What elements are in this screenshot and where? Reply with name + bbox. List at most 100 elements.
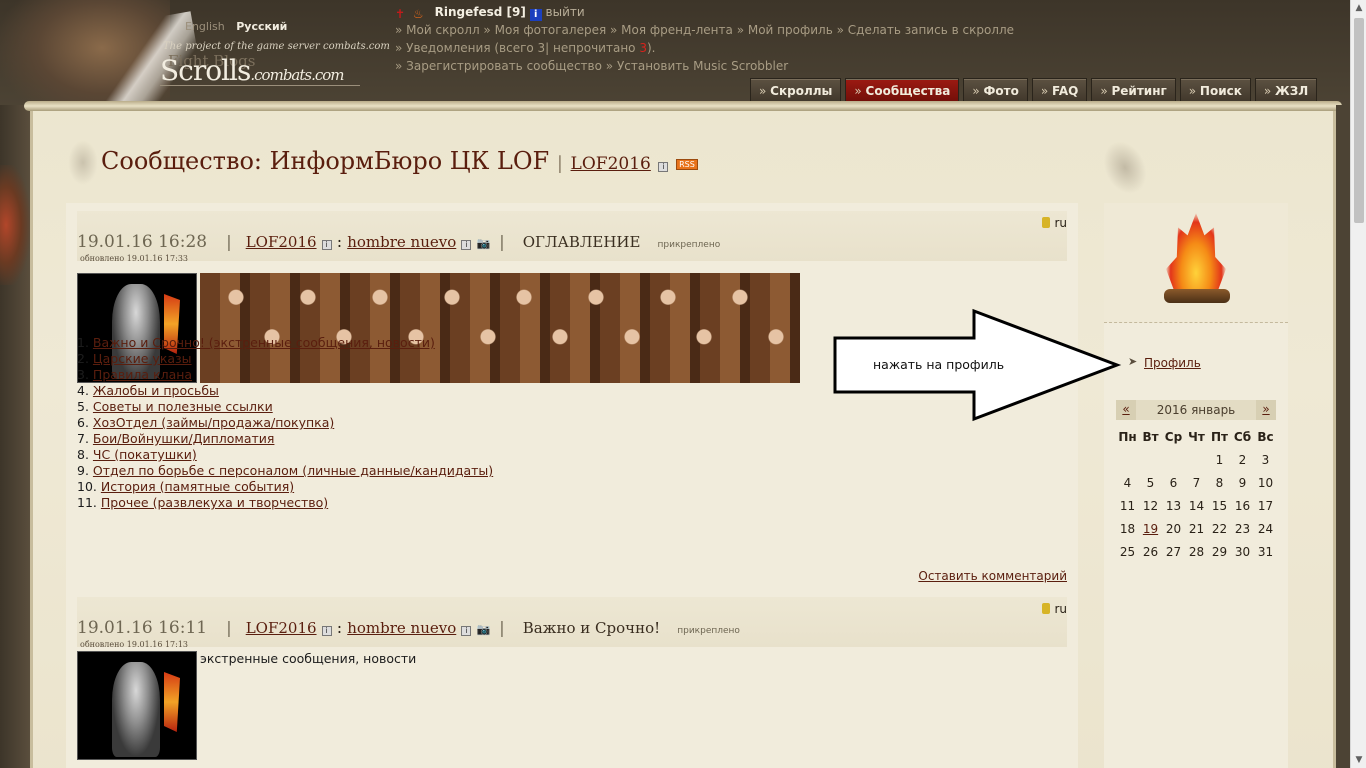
post-author-link[interactable]: hombre nuevo [347, 233, 456, 251]
post-title: Важно и Срочно! [522, 619, 661, 637]
calendar-day: 11 [1119, 499, 1136, 513]
post-author-link[interactable]: hombre nuevo [347, 619, 456, 637]
post-community-link[interactable]: LOF2016 [246, 619, 317, 637]
list-item: 5. Советы и полезные ссылки [77, 399, 493, 415]
community-link[interactable]: LOF2016 [571, 154, 651, 174]
post: ru 19.01.16 16:11 | LOF2016 i : hombre n… [77, 597, 1067, 768]
calendar-next-button[interactable]: » [1256, 400, 1276, 420]
lang-english-link[interactable]: English [185, 20, 225, 33]
user-nav-row-1: » Мой скролл » Моя фотогалерея » Моя фре… [395, 23, 1015, 37]
meta-colon: : [336, 232, 348, 251]
scroll-thumb[interactable] [1354, 18, 1364, 223]
language-switcher: English Русский [185, 20, 295, 33]
bullet-icon: ➤ [1128, 355, 1138, 368]
toc-link[interactable]: Царские указы [93, 351, 192, 366]
my-photo-gallery-link[interactable]: Моя фотогалерея [495, 23, 607, 37]
calendar-header: « 2016 январь » [1116, 400, 1276, 420]
post-title: ОГЛАВЛЕНИЕ [522, 233, 641, 251]
new-entry-link[interactable]: Сделать запись в скролле [848, 23, 1014, 37]
annotation-text: нажать на профиль [873, 357, 1005, 372]
info-icon[interactable]: i [461, 626, 472, 636]
logo-sub-text: .combats.com [250, 66, 344, 84]
toc-number: 7. [77, 431, 89, 446]
toc-link[interactable]: Прочее (развлекуха и творчество) [101, 495, 328, 510]
pinned-label: прикреплено [657, 240, 721, 250]
info-icon[interactable]: i [658, 162, 669, 172]
install-music-scrobbler-link[interactable]: Установить Music Scrobbler [617, 59, 788, 73]
calendar-grid: Пн Вт Ср Чт Пт Сб Вс 1 2 3 4 5 6 7 8 9 10 11 12 13 14 15 16 17 1… [1116, 426, 1276, 564]
my-profile-link[interactable]: Мой профиль [748, 23, 833, 37]
camera-icon[interactable]: 📷 [476, 623, 490, 636]
calendar-day: 24 [1257, 522, 1274, 536]
info-icon[interactable]: i [321, 240, 332, 250]
toc-link[interactable]: Важно и Срочно! (экстренные сообщения, н… [93, 335, 435, 350]
toc-link[interactable]: Правила клана [93, 367, 192, 382]
right-border [1336, 105, 1350, 768]
calendar-day: 23 [1234, 522, 1251, 536]
notifications-total: Уведомления (всего 3| [406, 41, 550, 55]
warrior-art [0, 165, 30, 285]
list-item: 1. Важно и Срочно! (экстренные сообщения… [77, 335, 493, 351]
post-body-text: экстренные сообщения, новости [200, 651, 417, 666]
lang-russian-link[interactable]: Русский [236, 20, 287, 33]
toc-link[interactable]: История (памятные события) [101, 479, 294, 494]
profile-link[interactable]: Профиль [1144, 356, 1201, 370]
rss-icon[interactable]: RSS [676, 159, 698, 170]
notifications-unread-count: 3 [639, 41, 647, 55]
meta-separator: | [226, 618, 232, 637]
notifications-suffix: ). [646, 41, 656, 55]
my-scroll-link[interactable]: Мой скролл [406, 23, 479, 37]
username-link[interactable]: Ringefesd [9] [435, 5, 526, 19]
info-icon[interactable]: i [461, 240, 472, 250]
meta-separator: | [499, 232, 505, 251]
scroll-rod [24, 101, 1342, 111]
post-header: ru 19.01.16 16:28 | LOF2016 i : hombre n… [77, 211, 1067, 263]
calendar-day: 10 [1257, 476, 1274, 490]
page-title: Сообщество: ИнформБюро ЦК LOF | LOF2016 … [101, 147, 698, 175]
toc-link[interactable]: Отдел по борьбе с персоналом (личные дан… [93, 463, 493, 478]
calendar-day: 5 [1146, 476, 1155, 490]
toc-link[interactable]: ХозОтдел (займы/продажа/покупка) [93, 415, 334, 430]
pinned-label: прикреплено [677, 626, 740, 636]
calendar-day: 28 [1188, 545, 1205, 559]
info-icon[interactable]: i [321, 626, 332, 636]
calendar-day: 26 [1142, 545, 1159, 559]
page-scrollbar[interactable]: ▲ ▼ [1350, 0, 1366, 768]
tab-label: Рейтинг [1111, 84, 1167, 98]
scroll-up-arrow[interactable]: ▲ [1351, 0, 1366, 16]
toc-link[interactable]: ЧС (покатушки) [93, 447, 197, 462]
post-date: 19.01.16 16:28 [77, 232, 208, 252]
calendar-day[interactable]: 19 [1139, 518, 1162, 541]
scroll-down-arrow[interactable]: ▼ [1351, 752, 1366, 768]
knight-figure [112, 662, 160, 757]
calendar-day: 16 [1234, 499, 1251, 513]
toc-link[interactable]: Советы и полезные ссылки [93, 399, 273, 414]
toc-link[interactable]: Бои/Войнушки/Дипломатия [93, 431, 275, 446]
calendar-weekday: Пт [1211, 430, 1228, 444]
list-item: 6. ХозОтдел (займы/продажа/покупка) [77, 415, 493, 431]
toc-number: 5. [77, 399, 89, 414]
logout-link[interactable]: выйти [546, 5, 585, 19]
logo-main-text: Scrolls [160, 54, 251, 87]
list-item: 11. Прочее (развлекуха и творчество) [77, 495, 493, 511]
calendar-empty-cell [1162, 449, 1185, 472]
user-bar: ✝ ♨ Ringefesd [9] i выйти [395, 5, 585, 21]
calendar-weekday: Пн [1118, 430, 1137, 444]
my-friend-feed-link[interactable]: Моя френд-лента [621, 23, 733, 37]
notifications-link[interactable]: Уведомления (всего 3| непрочитано 3). [406, 41, 655, 55]
register-community-link[interactable]: Зарегистрировать сообщество [406, 59, 602, 73]
info-icon[interactable]: i [529, 9, 542, 21]
calendar-empty-cell [1116, 449, 1139, 472]
post-community-link[interactable]: LOF2016 [246, 233, 317, 251]
site-logo[interactable]: Scrolls.combats.com [160, 54, 345, 87]
fire-icon: ♨ [412, 7, 424, 21]
toc-link[interactable]: Жалобы и просьбы [93, 383, 219, 398]
tab-label: Фото [983, 84, 1019, 98]
calendar-day: 27 [1165, 545, 1182, 559]
camera-icon[interactable]: 📷 [476, 237, 490, 250]
leave-comment-link[interactable]: Оставить комментарий [918, 569, 1067, 583]
calendar-day: 18 [1119, 522, 1136, 536]
firewood-art [1164, 289, 1230, 303]
avatar[interactable] [77, 651, 197, 760]
calendar-empty-cell [1139, 449, 1162, 472]
